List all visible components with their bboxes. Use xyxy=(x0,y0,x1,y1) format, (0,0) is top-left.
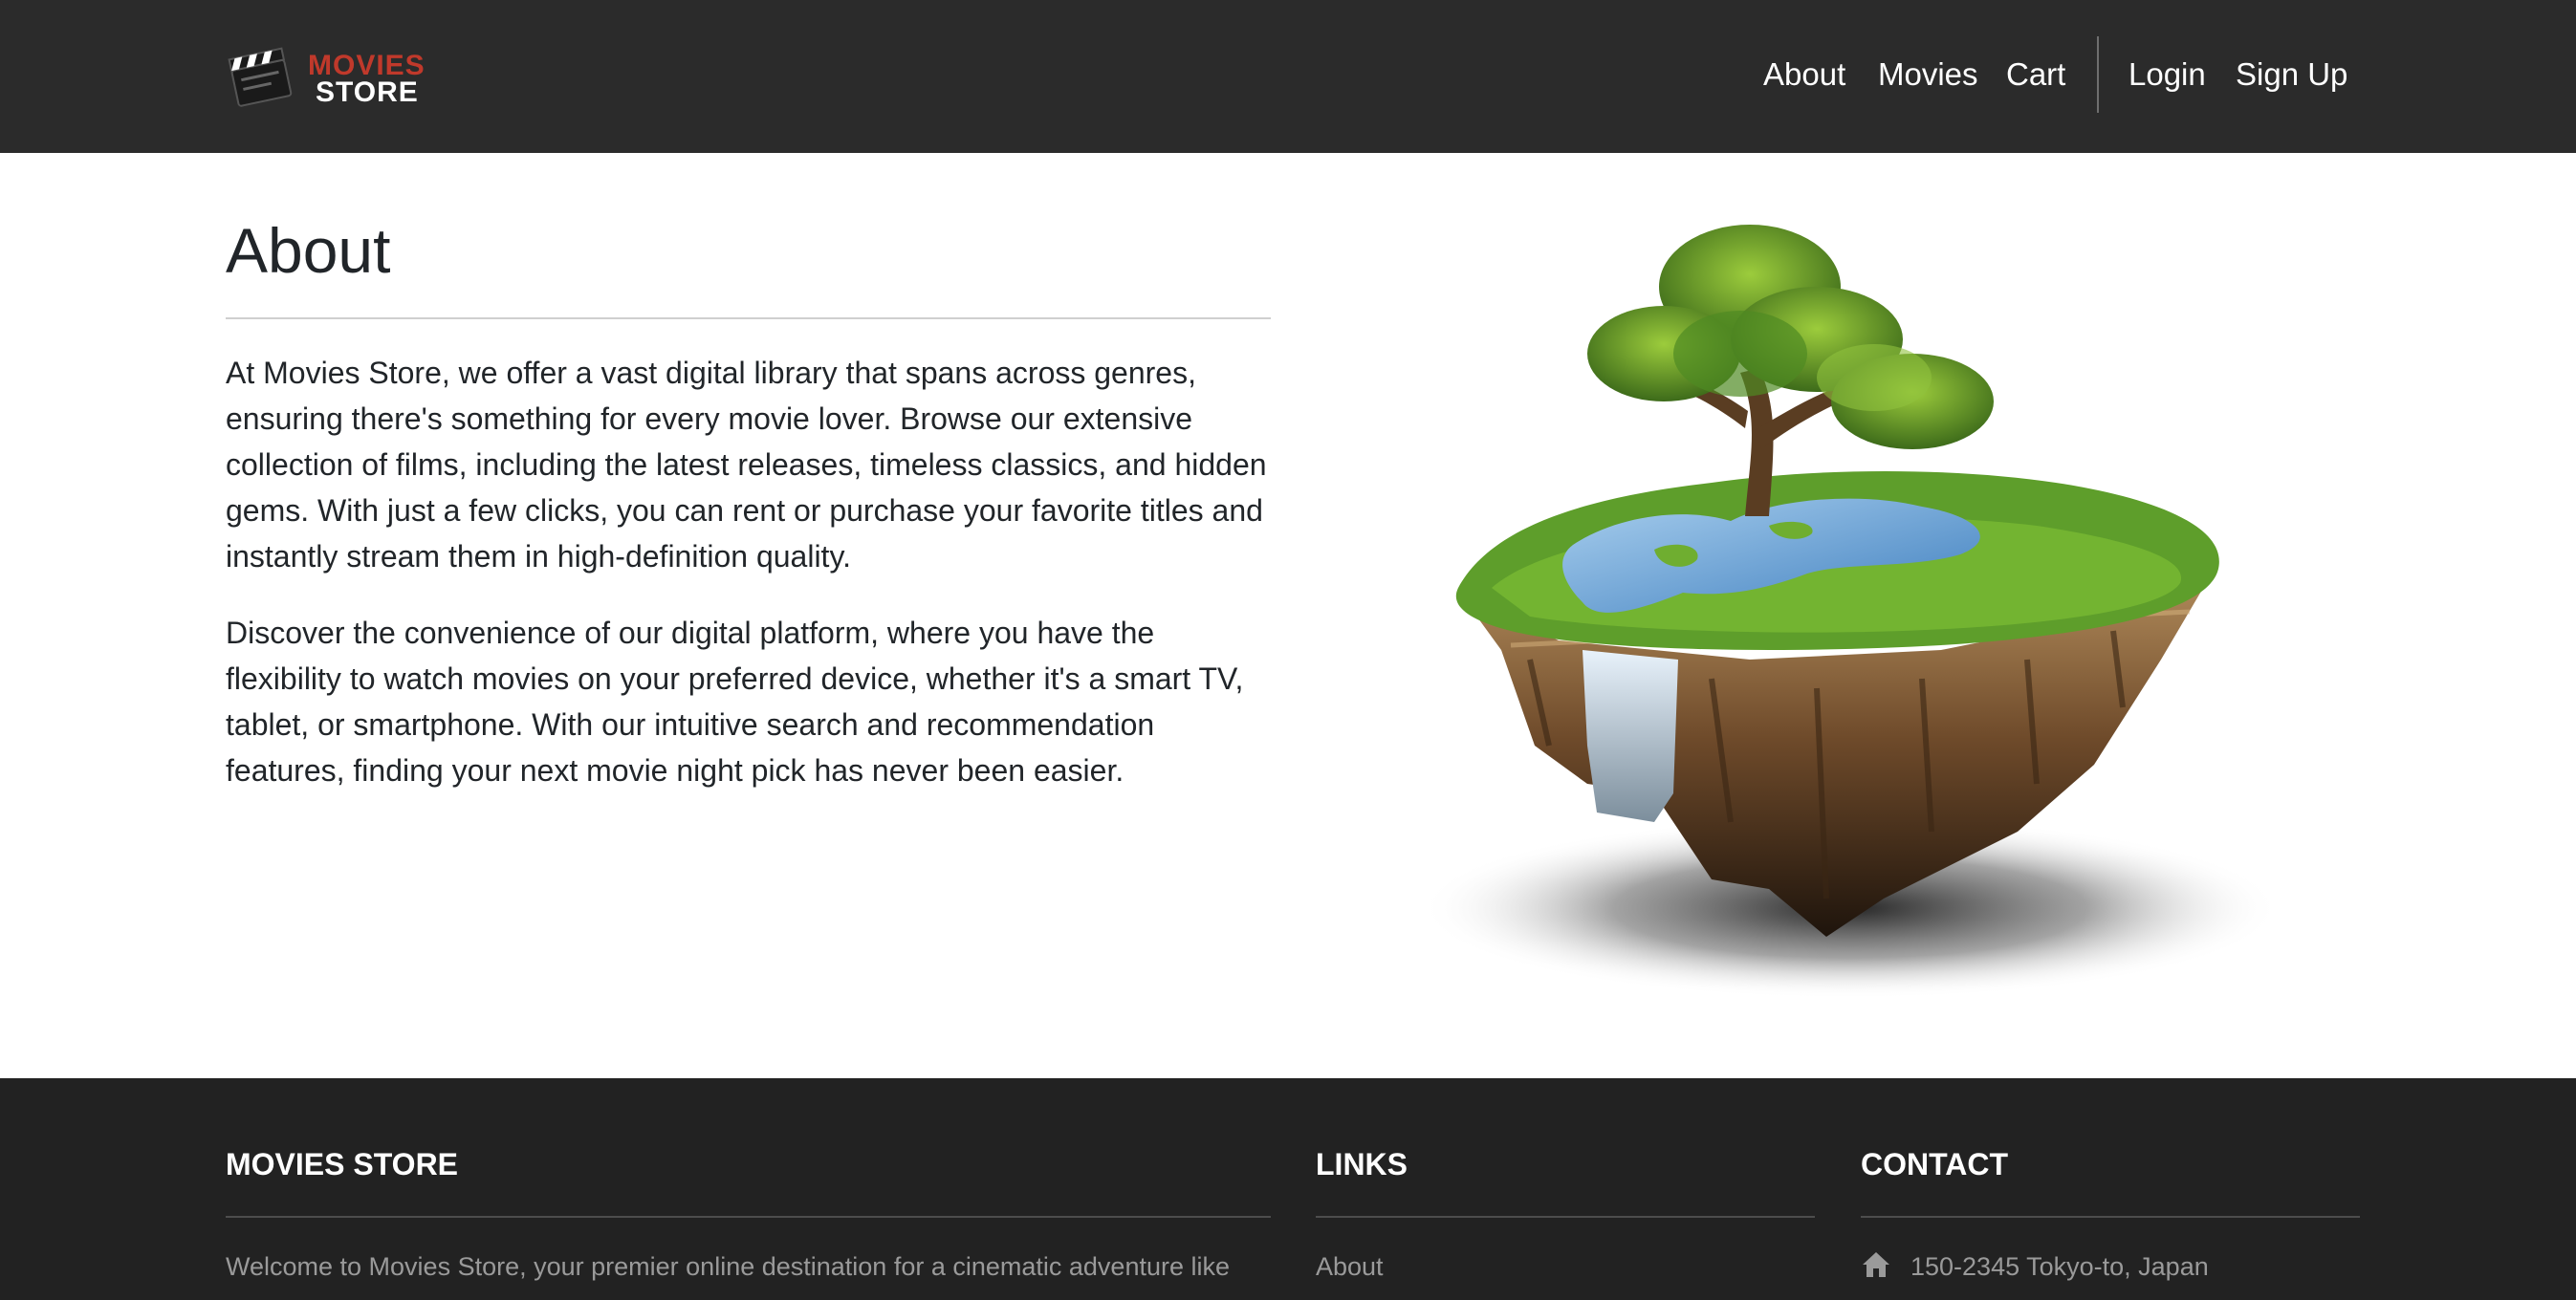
home-icon xyxy=(1863,1252,1889,1277)
footer-links-list: About xyxy=(1316,1246,1384,1287)
logo-text-store: STORE xyxy=(316,76,419,108)
footer-contact-title: CONTACT xyxy=(1861,1147,2009,1181)
brand-logo[interactable]: MOVIES STORE xyxy=(226,38,426,111)
footer-links-title: LINKS xyxy=(1316,1147,1408,1181)
footer-link-about[interactable]: About xyxy=(1316,1252,1384,1281)
title-divider xyxy=(226,317,1271,319)
nav-divider xyxy=(2097,36,2099,113)
nav-sign-up[interactable]: Sign Up xyxy=(2236,54,2347,96)
navbar: MOVIES STORE About Movies Cart Login Sig… xyxy=(0,0,2576,153)
footer-links-divider xyxy=(1316,1216,1815,1218)
footer-contact-divider xyxy=(1861,1216,2360,1218)
floating-island-image xyxy=(1420,225,2281,999)
nav-movies[interactable]: Movies xyxy=(1878,54,1978,96)
footer: MOVIES STORE Welcome to Movies Store, yo… xyxy=(0,1078,2576,1300)
page-title: About xyxy=(226,215,391,286)
footer-store-text: Welcome to Movies Store, your premier on… xyxy=(226,1252,1230,1281)
nav-cart[interactable]: Cart xyxy=(2006,54,2065,96)
nav-login[interactable]: Login xyxy=(2128,54,2206,96)
nav-about[interactable]: About xyxy=(1763,54,1845,96)
footer-store-divider xyxy=(226,1216,1271,1218)
clapperboard-icon xyxy=(228,47,293,107)
footer-contact-address: 150-2345 Tokyo-to, Japan xyxy=(1910,1252,2209,1281)
about-paragraph-2: Discover the convenience of our digital … xyxy=(226,616,1244,788)
footer-store-title: MOVIES STORE xyxy=(226,1147,459,1181)
about-paragraph-1: At Movies Store, we offer a vast digital… xyxy=(226,356,1267,574)
